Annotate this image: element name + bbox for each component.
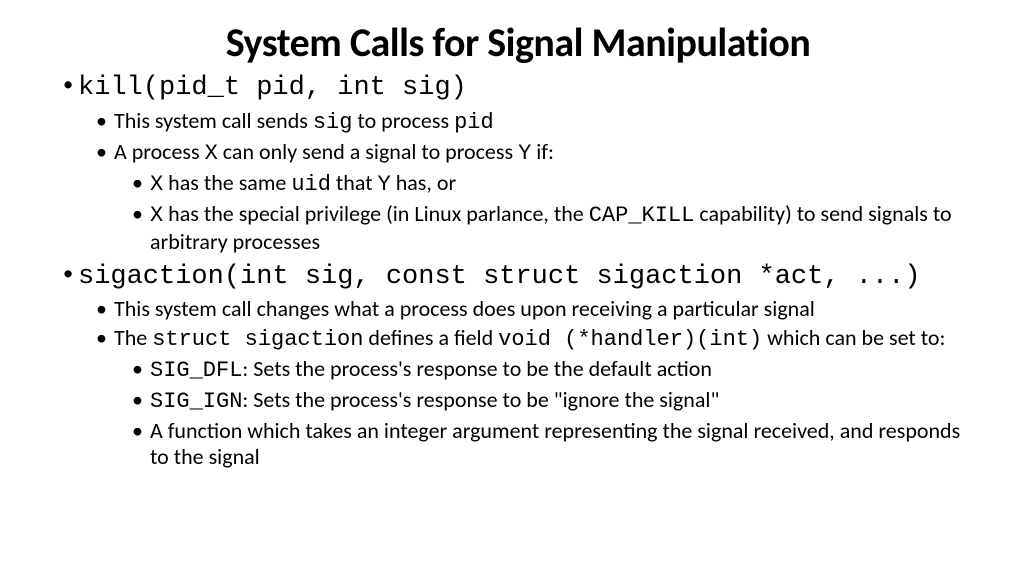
code-text: SIG_DFL xyxy=(150,358,242,383)
code-text: CAP_KILL xyxy=(589,203,695,228)
code-text: X xyxy=(150,172,163,197)
slide: System Calls for Signal Manipulation kil… xyxy=(0,0,1024,470)
bullet-item: SIG_DFL: Sets the process's response to … xyxy=(150,356,976,384)
body-text: A function which takes an integer argume… xyxy=(150,417,960,470)
body-text: : Sets the process's response to be "ign… xyxy=(242,386,719,413)
code-text: kill(pid_t pid, int sig) xyxy=(78,73,467,103)
body-text: This system call changes what a process … xyxy=(114,295,815,322)
bullet-item: SIG_IGN: Sets the process's response to … xyxy=(150,387,976,415)
code-text: pid xyxy=(454,110,494,135)
code-text: Y xyxy=(378,172,391,197)
code-text: void (*handler)(int) xyxy=(498,327,762,352)
body-text: can only send a signal to process xyxy=(218,138,518,165)
body-text: has the same xyxy=(163,169,291,196)
bullet-item: X has the special privilege (in Linux pa… xyxy=(150,201,976,255)
body-text: defines a field xyxy=(363,324,498,351)
body-text: has the special privilege (in Linux parl… xyxy=(163,200,589,227)
code-text: X xyxy=(205,141,218,166)
slide-title: System Calls for Signal Manipulation xyxy=(60,18,976,67)
bullet-item: X has the same uid that Y has, or xyxy=(150,170,976,198)
body-text: has, or xyxy=(391,169,456,196)
bullet-item: A function which takes an integer argume… xyxy=(150,418,976,470)
body-text: This system call sends xyxy=(114,107,313,134)
code-text: Y xyxy=(518,141,531,166)
body-text: : Sets the process's response to be the … xyxy=(242,355,712,382)
code-text: sig xyxy=(313,110,353,135)
bullet-item: A process X can only send a signal to pr… xyxy=(114,139,976,167)
code-text: sigaction(int sig, const struct sigactio… xyxy=(78,262,921,292)
body-text: The xyxy=(114,324,152,351)
body-text: to process xyxy=(352,107,454,134)
code-text: uid xyxy=(291,172,331,197)
body-text: which can be set to: xyxy=(762,324,945,351)
code-text: struct sigaction xyxy=(152,327,363,352)
bullet-item: kill(pid_t pid, int sig) xyxy=(78,73,976,105)
body-text: that xyxy=(331,169,378,196)
bullet-item: sigaction(int sig, const struct sigactio… xyxy=(78,262,976,294)
bullet-item: This system call changes what a process … xyxy=(114,296,976,322)
body-text: A process xyxy=(114,138,205,165)
code-text: X xyxy=(150,203,163,228)
code-text: SIG_IGN xyxy=(150,389,242,414)
body-text: if: xyxy=(531,138,554,165)
bullet-item: The struct sigaction defines a field voi… xyxy=(114,325,976,353)
bullet-item: This system call sends sig to process pi… xyxy=(114,108,976,136)
bullet-list: kill(pid_t pid, int sig) This system call… xyxy=(60,73,976,470)
